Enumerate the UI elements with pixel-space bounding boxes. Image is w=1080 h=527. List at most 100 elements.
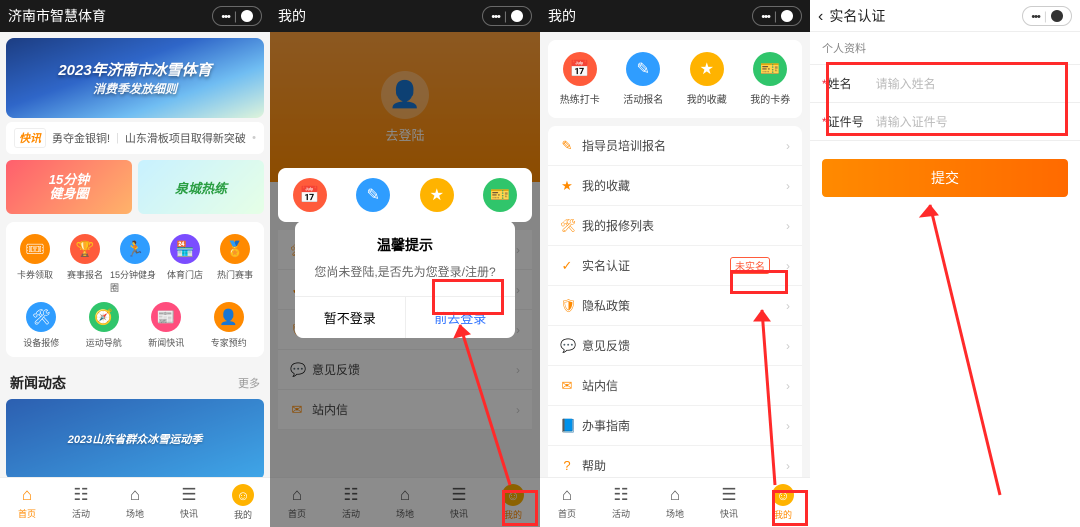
chevron-icon: › bbox=[786, 219, 790, 233]
section-title: 新闻动态 bbox=[10, 373, 66, 393]
list-row[interactable]: ★我的收藏› bbox=[548, 166, 802, 206]
quick-label: 热练打卡 bbox=[560, 91, 600, 106]
tab-icon: ☺ bbox=[232, 484, 254, 506]
list-row[interactable]: 💬意见反馈› bbox=[548, 326, 802, 366]
capsule-menu[interactable]: | bbox=[212, 6, 262, 26]
list-row[interactable]: 🛠 我的报修列表 › bbox=[548, 206, 802, 246]
chevron-icon: › bbox=[786, 259, 790, 273]
grid-item[interactable]: 👤专家预约 bbox=[198, 298, 261, 353]
grid-item[interactable]: 🏅热门赛事 bbox=[210, 230, 260, 298]
quick-item[interactable]: 📅 热练打卡 bbox=[548, 52, 612, 106]
name-input[interactable] bbox=[876, 77, 1068, 91]
modal-confirm-button[interactable]: 前去登录 bbox=[405, 297, 516, 338]
list-row[interactable]: 📘办事指南› bbox=[548, 406, 802, 446]
tab-news[interactable]: ☰ 快讯 bbox=[162, 478, 216, 527]
grid-item[interactable]: 🎟 卡券领取 bbox=[10, 230, 60, 298]
list-row[interactable]: ✎指导员培训报名› bbox=[548, 126, 802, 166]
chevron-icon: › bbox=[786, 139, 790, 153]
quick-item[interactable]: 🎫我的卡券 bbox=[739, 52, 803, 106]
screen-realname-auth: ‹实名认证 | 个人资料 * 姓名 * 证件号 提交 bbox=[810, 0, 1080, 527]
row-label: 我的收藏 bbox=[582, 177, 630, 194]
capsule-menu[interactable]: | bbox=[752, 6, 802, 26]
tab-icon: ⌂ bbox=[22, 485, 32, 505]
list-row[interactable]: ✉站内信› bbox=[548, 366, 802, 406]
screen-mine-logged-out: 我的 | 👤 去登陆 📅 ✎ ★ 🎫 🛠我的报修列表› ✓实名认证未实名› 🛡隐… bbox=[270, 0, 540, 527]
quick-item[interactable]: ★我的收藏 bbox=[675, 52, 739, 106]
more-link[interactable]: 更多 bbox=[238, 375, 260, 391]
grid-item[interactable]: 🏃15分钟健身圈 bbox=[110, 230, 160, 298]
tab-mine[interactable]: ☺我的 bbox=[756, 478, 810, 527]
row-icon: 🛠 bbox=[560, 218, 574, 234]
modal-cancel-button[interactable]: 暂不登录 bbox=[295, 297, 405, 338]
grid-item[interactable]: 🏪体育门店 bbox=[160, 230, 210, 298]
field-name[interactable]: * 姓名 bbox=[810, 65, 1080, 103]
tab-activity[interactable]: ☷活动 bbox=[594, 478, 648, 527]
titlebar: 我的 | bbox=[270, 0, 540, 32]
grid-icon: 🏃 bbox=[120, 234, 150, 264]
row-label: 办事指南 bbox=[582, 417, 630, 434]
login-prompt-modal: 温馨提示 您尚未登陆,是否先为您登录/注册? 暂不登录 前去登录 bbox=[295, 221, 515, 338]
tab-home[interactable]: ⌂首页 bbox=[0, 478, 54, 527]
grid-icon: 👤 bbox=[214, 302, 244, 332]
grid-label: 运动导航 bbox=[86, 336, 122, 349]
news-ticker[interactable]: 快讯 勇夺金银铜! | 山东滑板项目取得新突破 • bbox=[6, 122, 264, 154]
grid-item[interactable]: 🛠设备报修 bbox=[10, 298, 73, 353]
grid-item[interactable]: 🏆赛事报名 bbox=[60, 230, 110, 298]
tab-label: 场地 bbox=[126, 507, 144, 520]
list-row[interactable]: 🛡隐私政策› bbox=[548, 286, 802, 326]
submit-button[interactable]: 提交 bbox=[822, 159, 1068, 197]
row-icon: ✉ bbox=[560, 378, 574, 394]
card-quancheng[interactable]: 泉城热练 bbox=[138, 160, 264, 214]
row-label: 我的报修列表 bbox=[582, 217, 654, 234]
titlebar: 我的 | bbox=[540, 0, 810, 32]
quick-label: 活动报名 bbox=[623, 91, 663, 106]
tab-venue[interactable]: ⌂场地 bbox=[108, 478, 162, 527]
tab-icon: ☺ bbox=[772, 484, 794, 506]
row-icon: ✓ bbox=[560, 258, 574, 274]
tab-label: 活动 bbox=[72, 507, 90, 520]
tab-label: 首页 bbox=[558, 507, 576, 520]
quick-item[interactable]: ✎ 活动报名 bbox=[612, 52, 676, 106]
chevron-icon: › bbox=[786, 339, 790, 353]
row-label: 站内信 bbox=[582, 377, 618, 394]
idnumber-input[interactable] bbox=[876, 115, 1068, 129]
quick-icon: 📅 bbox=[563, 52, 597, 86]
news-section-header: 新闻动态 更多 bbox=[6, 367, 264, 399]
tab-label: 快讯 bbox=[180, 507, 198, 520]
grid-label: 体育门店 bbox=[167, 268, 203, 281]
page-title: 实名认证 bbox=[829, 8, 885, 24]
grid-icon: 🏅 bbox=[220, 234, 250, 264]
chevron-icon: › bbox=[786, 459, 790, 473]
row-icon: 📘 bbox=[560, 418, 574, 434]
tab-label: 快讯 bbox=[720, 507, 738, 520]
row-label: 实名认证 bbox=[582, 257, 630, 274]
chevron-icon: › bbox=[786, 179, 790, 193]
grid-item[interactable]: 🧭运动导航 bbox=[73, 298, 136, 353]
hero-banner[interactable]: 2023年济南市冰雪体育 消费季发放细则 bbox=[6, 38, 264, 118]
quick-icon: ✎ bbox=[626, 52, 660, 86]
tab-icon: ☰ bbox=[181, 485, 196, 505]
grid-label: 卡券领取 bbox=[17, 268, 53, 281]
modal-body: 您尚未登陆,是否先为您登录/注册? bbox=[295, 259, 515, 296]
news-banner[interactable]: 2023山东省群众冰雪运动季 bbox=[6, 399, 264, 477]
tab-news[interactable]: ☰快讯 bbox=[702, 478, 756, 527]
list-row[interactable]: ✓ 实名认证 未实名 › bbox=[548, 246, 802, 286]
tab-venue[interactable]: ⌂场地 bbox=[648, 478, 702, 527]
card-fitness-15min[interactable]: 15分钟健身圈 bbox=[6, 160, 132, 214]
back-icon[interactable]: ‹ bbox=[818, 8, 823, 25]
tab-icon: ☷ bbox=[73, 485, 88, 505]
capsule-menu[interactable]: | bbox=[482, 6, 532, 26]
capsule-menu[interactable]: | bbox=[1022, 6, 1072, 26]
grid-icon: 🎟 bbox=[20, 234, 50, 264]
quick-row: 📅 热练打卡 ✎ 活动报名 ★我的收藏🎫我的卡券 bbox=[548, 40, 802, 118]
row-icon: 🛡 bbox=[560, 298, 574, 314]
tab-mine[interactable]: ☺我的 bbox=[216, 478, 270, 527]
status-badge: 未实名 bbox=[730, 257, 770, 274]
row-label: 帮助 bbox=[582, 457, 606, 474]
menu-list: ✎指导员培训报名›★我的收藏›🛠我的报修列表›✓实名认证未实名›🛡隐私政策›💬意… bbox=[548, 126, 802, 486]
grid-item[interactable]: 📰新闻快讯 bbox=[135, 298, 198, 353]
field-idnumber[interactable]: * 证件号 bbox=[810, 103, 1080, 141]
tab-activity[interactable]: ☷ 活动 bbox=[54, 478, 108, 527]
tab-home[interactable]: ⌂首页 bbox=[540, 478, 594, 527]
grid-icon: 🛠 bbox=[26, 302, 56, 332]
